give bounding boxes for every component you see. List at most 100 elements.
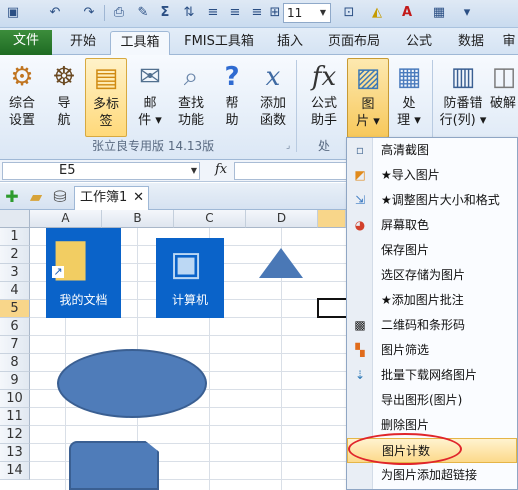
red-annotation-circle [348, 433, 462, 465]
computer-shortcut[interactable]: ▣ 计算机 [156, 238, 224, 318]
column-header-c[interactable]: C [174, 210, 246, 228]
font-color-icon[interactable]: A [398, 4, 416, 22]
group-divider [296, 60, 297, 152]
disk-icon[interactable]: ⛁ [50, 187, 70, 207]
row-header[interactable]: 12 [0, 426, 30, 444]
tab-page-layout[interactable]: 页面布局 [318, 31, 390, 55]
workbook-tab[interactable]: 工作簿1 ✕ [74, 186, 149, 210]
row-header[interactable]: 8 [0, 354, 30, 372]
print-preview-icon[interactable]: ⎙ [110, 4, 128, 22]
button-label: 航 [57, 113, 71, 128]
close-icon[interactable]: ✕ [133, 187, 144, 209]
menu-item-qr-barcode[interactable]: ▩ 二维码和条形码 [347, 313, 517, 338]
row-header[interactable]: 9 [0, 372, 30, 390]
button-label: 多标 [92, 97, 119, 112]
button-label: 函数 [259, 113, 286, 128]
new-workbook-icon[interactable]: ✚ [2, 187, 22, 207]
formula-helper-button[interactable]: fx 公式 助手 [304, 58, 344, 138]
toolbar-divider [104, 5, 105, 21]
snipped-rectangle-shape[interactable] [69, 441, 159, 490]
border-icon[interactable]: ⊡ [340, 4, 358, 22]
tab-formulas[interactable]: 公式 [396, 31, 442, 55]
menu-item-hd-screenshot[interactable]: ▫ 高清截图 [347, 138, 517, 163]
tab-toolbox[interactable]: 工具箱 [110, 31, 170, 56]
shortcut-label: 我的文档 [59, 293, 108, 307]
fill-color-icon[interactable]: ◭ [368, 4, 386, 22]
merge-icon[interactable]: ⊞ [266, 4, 284, 22]
tab-data[interactable]: 数据 [448, 31, 494, 55]
select-all-corner[interactable] [0, 210, 30, 228]
dialog-launcher-icon[interactable]: ⌟ [286, 141, 290, 151]
add-function-button[interactable]: x 添加 函数 [254, 58, 292, 138]
column-header-e[interactable] [318, 210, 346, 228]
triangle-shape[interactable] [259, 248, 303, 278]
crack-button[interactable]: ◫ 破解 [488, 58, 518, 138]
name-box[interactable]: E5 ▼ [2, 162, 200, 180]
menu-item-batch-download[interactable]: ⇣ 批量下载网络图片 [347, 363, 517, 388]
menu-item-picture-filter[interactable]: ▚ 图片筛选 [347, 338, 517, 363]
table-icon[interactable]: ▦ [430, 4, 448, 22]
row-header[interactable]: 14 [0, 462, 30, 480]
navigation-button[interactable]: ☸ 导 航 [46, 58, 82, 138]
tab-file[interactable]: 文件 [0, 30, 52, 55]
qr-code-icon: ▩ [354, 318, 366, 332]
add-function-icon: x [265, 62, 281, 92]
tab-review[interactable]: 审 [500, 31, 518, 55]
find-function-button[interactable]: ⌕ 查找 功能 [172, 58, 210, 138]
column-header-a[interactable]: A [30, 210, 102, 228]
menu-item-label: 二维码和条形码 [381, 318, 466, 332]
process-button[interactable]: ▦ 处 理 ▾ [392, 58, 426, 138]
menu-item-resize-picture[interactable]: ⇲ ★调整图片大小和格式 [347, 188, 517, 213]
align-right-icon[interactable]: ≡ [248, 4, 266, 22]
tab-insert[interactable]: 插入 [268, 31, 312, 55]
save-icon[interactable]: ▣ [4, 4, 22, 22]
menu-item-selection-to-picture[interactable]: 选区存储为图片 [347, 263, 517, 288]
group-label-partial: 处 [318, 139, 331, 153]
row-header[interactable]: 11 [0, 408, 30, 426]
my-documents-shortcut[interactable]: ▇ ↗ 我的文档 [46, 228, 121, 318]
align-left-icon[interactable]: ≡ [204, 4, 222, 22]
row-header[interactable]: 2 [0, 246, 30, 264]
picture-button[interactable]: ▨ 图 片 ▾ [347, 58, 389, 138]
mail-button[interactable]: ✉ 邮 件 ▾ [130, 58, 170, 138]
menu-item-screen-color[interactable]: ◕ 屏幕取色 [347, 213, 517, 238]
sum-icon[interactable]: Σ [156, 4, 174, 22]
row-guard-button[interactable]: ▥ 防番错 行(列) ▾ [438, 58, 488, 138]
row-header[interactable]: 13 [0, 444, 30, 462]
button-label: 防番错 [443, 96, 483, 111]
help-button[interactable]: ? 帮 助 [214, 58, 250, 138]
multi-tab-button[interactable]: ▤ 多标 签 [85, 58, 127, 137]
row-header[interactable]: 1 [0, 228, 30, 246]
redo-icon[interactable]: ↷ [80, 4, 98, 22]
ellipse-shape[interactable] [57, 349, 207, 418]
chevron-down-icon[interactable]: ▼ [191, 163, 197, 179]
menu-item-import-picture[interactable]: ◩ ★导入图片 [347, 163, 517, 188]
multi-tab-icon: ▤ [93, 63, 119, 93]
menu-item-label: 批量下载网络图片 [381, 368, 478, 382]
tab-fmis-toolbox[interactable]: FMIS工具箱 [176, 31, 262, 55]
row-header[interactable]: 7 [0, 336, 30, 354]
menu-item-add-picture-comment[interactable]: ★添加图片批注 [347, 288, 517, 313]
menu-item-export-shapes[interactable]: 导出图形(图片) [347, 388, 517, 413]
fx-icon[interactable]: fx [215, 162, 227, 177]
sort-icon[interactable]: ⇅ [180, 4, 198, 22]
menu-item-add-hyperlink[interactable]: 为图片添加超链接 [347, 463, 517, 488]
undo-icon[interactable]: ↶ [46, 4, 64, 22]
format-painter-icon[interactable]: ✎ [134, 4, 152, 22]
row-header-selected[interactable]: 5 [0, 300, 30, 318]
comprehensive-settings-button[interactable]: ⚙ 综合 设置 [2, 58, 42, 138]
row-header[interactable]: 6 [0, 318, 30, 336]
row-header[interactable]: 4 [0, 282, 30, 300]
font-size-box[interactable]: 11 ▼ [283, 3, 331, 23]
open-folder-icon[interactable]: ▰ [26, 187, 46, 207]
row-header[interactable]: 3 [0, 264, 30, 282]
row-header[interactable]: 10 [0, 390, 30, 408]
align-center-icon[interactable]: ≡ [226, 4, 244, 22]
chevron-down-icon[interactable]: ▾ [458, 4, 476, 22]
chevron-down-icon[interactable]: ▼ [317, 5, 329, 21]
column-header-d[interactable]: D [246, 210, 318, 228]
column-header-b[interactable]: B [102, 210, 174, 228]
name-box-value: E5 [59, 163, 76, 178]
tab-home[interactable]: 开始 [58, 31, 108, 55]
menu-item-save-picture[interactable]: 保存图片 [347, 238, 517, 263]
